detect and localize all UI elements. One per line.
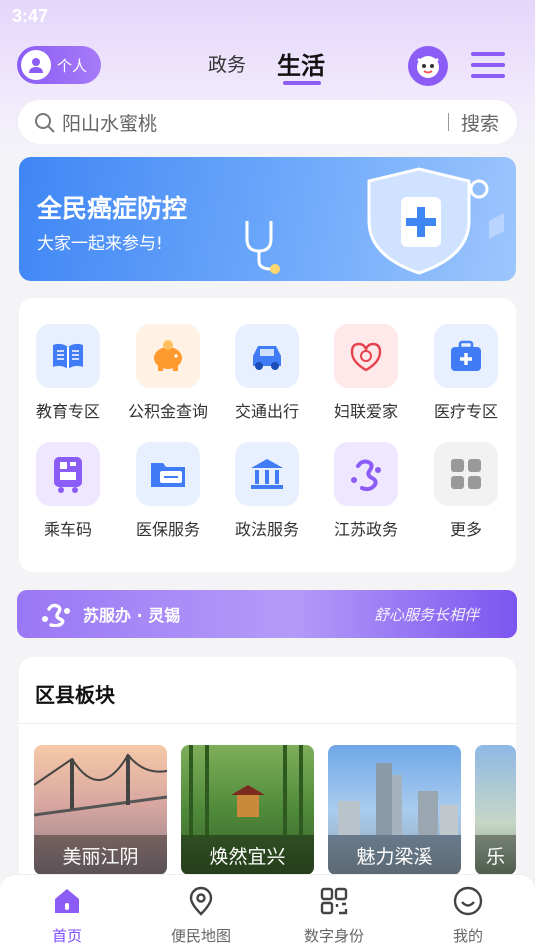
womens-federation-icon bbox=[334, 324, 398, 388]
court-building-icon bbox=[235, 442, 299, 506]
active-tab-indicator bbox=[283, 81, 321, 85]
map-pin-icon bbox=[189, 886, 213, 916]
search-bar[interactable]: 阳山水蜜桃 搜索 bbox=[18, 100, 517, 144]
tab-government[interactable]: 政务 bbox=[208, 50, 246, 77]
service-label: 交通出行 bbox=[234, 402, 299, 421]
car-icon bbox=[235, 324, 299, 388]
sufuban-logo-icon bbox=[42, 603, 70, 627]
jiangsu-logo-icon bbox=[334, 442, 398, 506]
banner-subtitle: 大家一起来参与! bbox=[37, 234, 163, 254]
folder-card-icon bbox=[136, 442, 200, 506]
nav-label: 我的 bbox=[452, 927, 483, 945]
personal-button[interactable]: 个人 bbox=[17, 46, 101, 84]
district-card-partial[interactable]: 乐 bbox=[475, 745, 516, 875]
bridge-photo bbox=[34, 753, 167, 817]
banner-title: 全民癌症防控 bbox=[37, 194, 188, 223]
bamboo-photo bbox=[189, 745, 303, 835]
service-womens-federation[interactable]: 妇联爱家 bbox=[321, 324, 411, 422]
digital-id-icon bbox=[320, 887, 348, 915]
district-card-jiangyin[interactable]: 美丽江阴 bbox=[34, 745, 167, 875]
mascot-avatar-icon[interactable] bbox=[408, 46, 448, 86]
service-medical-insurance[interactable]: 医保服务 bbox=[123, 442, 213, 540]
promo-banner[interactable]: 全民癌症防控 大家一起来参与! bbox=[19, 157, 516, 281]
service-label: 妇联爱家 bbox=[333, 402, 398, 421]
service-label: 政法服务 bbox=[234, 520, 299, 539]
nav-mine[interactable]: 我的 bbox=[418, 885, 518, 946]
medical-shield-icon bbox=[367, 167, 504, 275]
grid-more-icon bbox=[434, 442, 498, 506]
tab-life[interactable]: 生活 bbox=[277, 46, 325, 81]
search-divider bbox=[447, 113, 449, 131]
status-time: 3:47 bbox=[12, 6, 49, 26]
skyline-photo bbox=[338, 763, 458, 835]
service-education[interactable]: 教育专区 bbox=[23, 324, 113, 422]
search-icon bbox=[35, 113, 55, 133]
service-medical[interactable]: 医疗专区 bbox=[421, 324, 511, 422]
service-label: 更多 bbox=[449, 520, 482, 539]
sufuban-name: 苏服办 · 灵锡 bbox=[83, 606, 181, 625]
nav-label: 便民地图 bbox=[170, 927, 231, 945]
sufuban-banner[interactable]: 苏服办 · 灵锡 舒心服务长相伴 bbox=[17, 590, 517, 638]
nav-label: 首页 bbox=[51, 927, 82, 945]
nav-map[interactable]: 便民地图 bbox=[151, 885, 251, 946]
smile-icon bbox=[453, 886, 483, 916]
personal-label: 个人 bbox=[57, 56, 88, 75]
service-label: 医疗专区 bbox=[433, 402, 498, 421]
district-section: 区县板块 美丽江阴 焕然宜兴 魅力梁溪 乐 bbox=[19, 657, 516, 897]
district-label: 焕然宜兴 bbox=[181, 835, 314, 875]
bottom-navigation: 首页 便民地图 数字身份 我的 bbox=[0, 874, 535, 951]
home-icon bbox=[55, 889, 79, 913]
top-header: 个人 政务 生活 bbox=[0, 40, 535, 92]
district-label: 魅力梁溪 bbox=[328, 835, 461, 875]
service-label: 公积金查询 bbox=[127, 402, 208, 421]
service-label: 医保服务 bbox=[135, 520, 200, 539]
bus-qr-icon bbox=[36, 442, 100, 506]
section-divider bbox=[19, 723, 516, 724]
piggy-bank-icon bbox=[136, 324, 200, 388]
menu-icon[interactable] bbox=[471, 52, 505, 80]
service-jiangsu-gov[interactable]: 江苏政务 bbox=[321, 442, 411, 540]
service-bus-code[interactable]: 乘车码 bbox=[23, 442, 113, 540]
search-button[interactable]: 搜索 bbox=[461, 109, 499, 136]
stethoscope-icon bbox=[245, 221, 280, 274]
service-label: 教育专区 bbox=[35, 402, 100, 421]
user-avatar-icon bbox=[21, 50, 51, 80]
services-grid: 教育专区 公积金查询 交通出行 妇联爱家 医疗专区 乘车码 医保服务 政法服务 … bbox=[19, 298, 516, 572]
sufuban-slogan: 舒心服务长相伴 bbox=[373, 605, 479, 624]
book-icon bbox=[36, 324, 100, 388]
district-label: 乐 bbox=[475, 835, 516, 875]
search-input[interactable]: 阳山水蜜桃 bbox=[62, 109, 448, 136]
service-legal[interactable]: 政法服务 bbox=[222, 442, 312, 540]
district-card-liangxi[interactable]: 魅力梁溪 bbox=[328, 745, 461, 875]
district-label: 美丽江阴 bbox=[34, 835, 167, 875]
nav-label: 数字身份 bbox=[303, 927, 364, 945]
nav-home[interactable]: 首页 bbox=[17, 885, 117, 946]
service-transport[interactable]: 交通出行 bbox=[222, 324, 312, 422]
district-card-yixing[interactable]: 焕然宜兴 bbox=[181, 745, 314, 875]
service-label: 江苏政务 bbox=[333, 520, 398, 539]
service-more[interactable]: 更多 bbox=[421, 442, 511, 540]
district-section-title: 区县板块 bbox=[35, 683, 115, 707]
nav-digital-id[interactable]: 数字身份 bbox=[284, 885, 384, 946]
service-housing-fund[interactable]: 公积金查询 bbox=[123, 324, 213, 422]
medical-kit-icon bbox=[434, 324, 498, 388]
service-label: 乘车码 bbox=[43, 520, 92, 539]
